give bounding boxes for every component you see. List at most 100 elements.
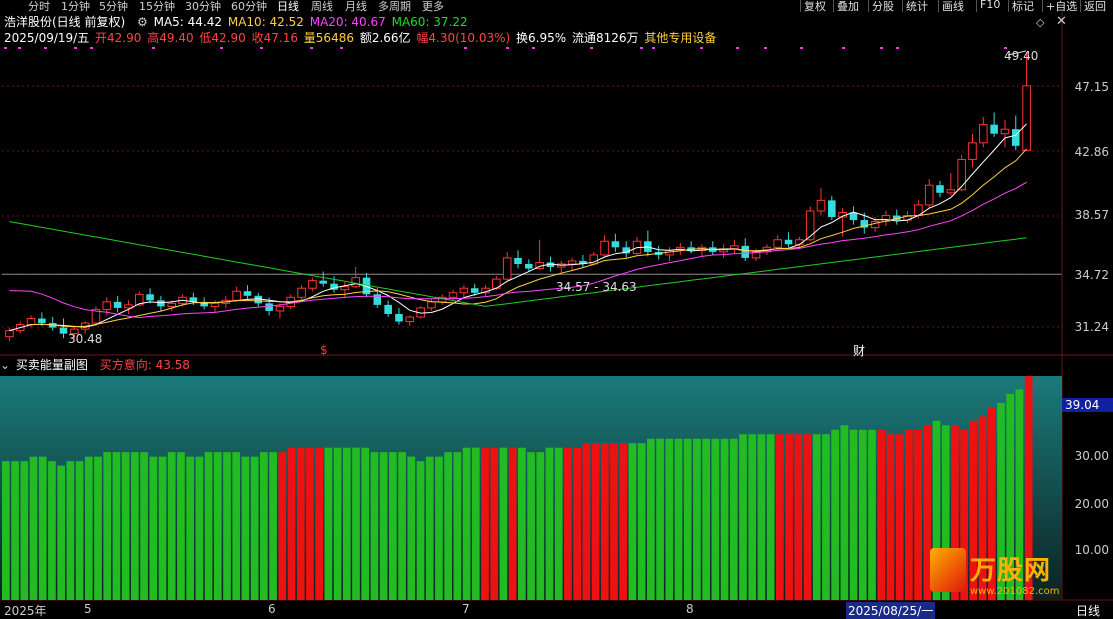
indicator-bar	[342, 447, 351, 600]
price-axis-tick: 34.72	[1074, 268, 1109, 282]
indicator-bar	[868, 429, 876, 600]
candle-body	[395, 313, 403, 322]
indicator-bar	[223, 452, 231, 600]
indicator-bar	[582, 443, 591, 600]
indicator-bar	[471, 447, 480, 600]
price-axis-tick: 31.24	[1074, 320, 1109, 334]
kline-chart[interactable]	[0, 0, 1113, 619]
signal-dot	[340, 47, 343, 49]
indicator-bar	[527, 452, 535, 600]
indicator-bar	[840, 425, 849, 600]
indicator-bar	[278, 452, 287, 600]
indicator-bar	[508, 447, 517, 600]
candle-body	[514, 257, 522, 264]
candle-body	[1011, 129, 1020, 146]
indicator-bar	[84, 456, 93, 600]
indicator-bar	[103, 452, 112, 600]
indicator-bar	[269, 452, 277, 600]
candle-body	[1000, 128, 1010, 135]
signal-dot	[464, 47, 467, 49]
indicator-bar	[564, 447, 572, 600]
indicator-bar	[683, 438, 692, 600]
indicator-bar	[693, 438, 701, 600]
candle-body	[405, 316, 415, 323]
indicator-bar	[20, 461, 29, 600]
indicator-bar	[822, 434, 830, 600]
indicator-bar	[886, 434, 895, 600]
signal-dot	[736, 47, 739, 49]
high-price-label: 49.40	[1004, 49, 1039, 63]
candle-body	[59, 327, 68, 334]
indicator-bar	[241, 456, 250, 600]
indicator-bar	[94, 456, 102, 600]
indicator-bar	[306, 447, 314, 600]
indicator-header: ⌄ 买卖能量副图 买方意向: 43.58	[0, 356, 192, 374]
signal-dot	[532, 47, 535, 49]
price-axis-tick: 38.57	[1074, 208, 1109, 222]
indicator-bar	[831, 429, 839, 600]
price-axis-tick: 42.86	[1074, 145, 1109, 159]
signal-dot	[74, 47, 77, 49]
indicator-bar	[757, 434, 766, 600]
date-axis-tick: 6	[268, 602, 276, 616]
indicator-bar	[195, 456, 204, 600]
indicator-bar	[379, 452, 388, 600]
indicator-bar	[748, 434, 757, 600]
event-marker-cai[interactable]: 财	[853, 342, 865, 359]
candle-body	[502, 257, 512, 280]
candle-body	[784, 239, 793, 245]
indicator-bar	[57, 465, 65, 600]
event-marker-s[interactable]: $	[320, 343, 328, 357]
indicator-bar	[407, 456, 416, 600]
indicator-bar	[333, 447, 342, 600]
indicator-bar	[554, 447, 563, 600]
indicator-bar	[914, 429, 922, 600]
indicator-bar	[812, 434, 821, 600]
indicator-bar	[48, 461, 56, 600]
candle-body	[210, 302, 220, 307]
diamond-icon[interactable]: ◇	[1036, 16, 1044, 29]
indicator-bar	[131, 452, 139, 600]
indicator-bar	[711, 438, 720, 600]
candle-body	[243, 291, 252, 296]
candle-body	[167, 302, 177, 307]
indicator-bar	[11, 461, 19, 600]
indicator-bar	[794, 434, 803, 600]
indicator-axis-tick: 30.00	[1074, 449, 1109, 463]
indicator-bar	[637, 443, 646, 600]
indicator-bar	[729, 438, 738, 600]
candle-body	[5, 330, 14, 338]
date-axis-tick: 8	[686, 602, 694, 616]
candle-body	[275, 305, 285, 312]
indicator-bar	[213, 452, 222, 600]
signal-dot	[18, 47, 21, 49]
indicator-bar	[232, 452, 241, 600]
indicator-bar	[665, 438, 674, 600]
signal-dot	[4, 47, 7, 49]
signal-dot	[800, 47, 803, 49]
candle-body	[611, 241, 620, 248]
candle-body	[448, 292, 458, 298]
candle-body	[957, 158, 966, 191]
candle-body	[297, 287, 306, 298]
candle-body	[805, 210, 815, 241]
indicator-bar	[619, 443, 628, 600]
candle-body	[459, 287, 469, 294]
indicator-bar	[315, 447, 323, 600]
indicator-bar	[591, 443, 600, 600]
indicator-bar	[490, 447, 499, 600]
indicator-bar	[803, 434, 812, 600]
indicator-bar	[352, 447, 360, 600]
indicator-bar	[481, 447, 489, 600]
candle-body	[936, 185, 944, 193]
candle-body	[308, 280, 317, 289]
signal-dot	[44, 47, 47, 49]
close-icon[interactable]: ✕	[1056, 14, 1067, 29]
candle-body	[946, 189, 956, 194]
signal-dot	[260, 47, 263, 49]
indicator-bar	[324, 447, 333, 600]
candle-body	[741, 245, 750, 258]
indicator-title: 买卖能量副图	[15, 358, 88, 372]
indicator-collapse-icon[interactable]: ⌄	[0, 358, 10, 372]
mid-range-label: 34.57 - 34.63	[556, 280, 637, 294]
